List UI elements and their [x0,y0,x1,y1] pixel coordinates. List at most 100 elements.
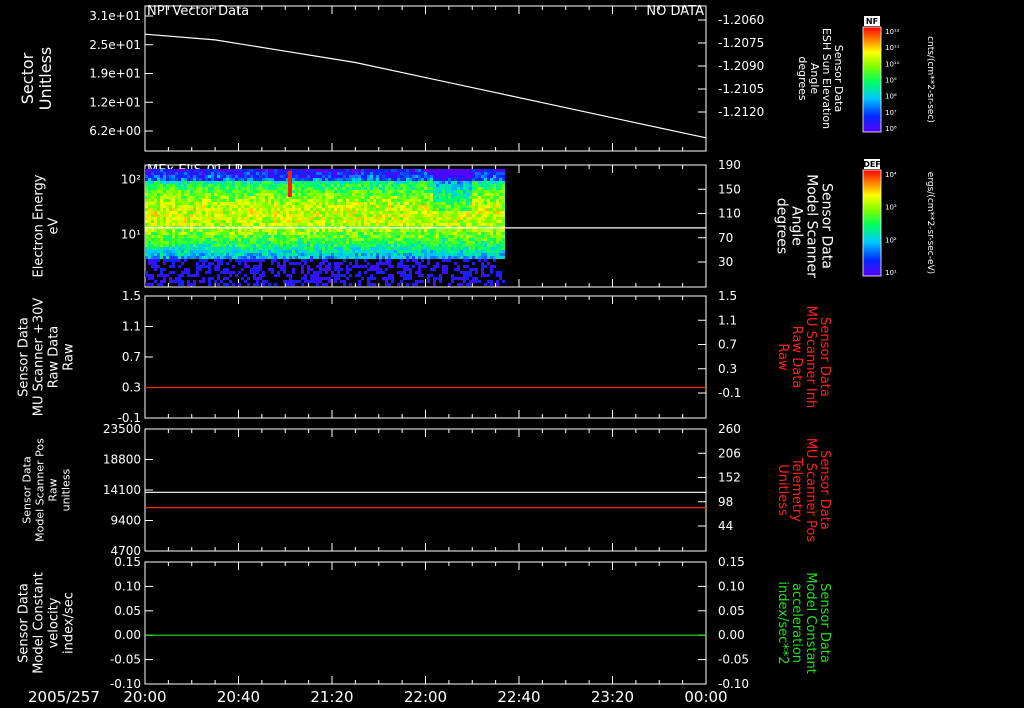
spectrogram-cell [184,247,187,250]
spectrogram-cell [301,232,304,235]
spectrogram-cell [493,169,496,172]
spectrogram-cell [160,214,163,217]
spectrogram-cell [256,211,259,214]
spectrogram-cell [496,211,499,214]
spectrogram-cell [160,220,163,223]
spectrogram-cell [184,184,187,187]
spectrogram-cell [244,256,247,259]
spectrogram-cell [298,175,301,178]
colorbar-badge: DEF [863,160,881,169]
ytick-left-label: 0.10 [114,579,141,593]
spectrogram-cell [226,229,229,232]
spectrogram-cell [313,196,316,199]
spectrogram-cell [286,232,289,235]
spectrogram-cell [388,241,391,244]
spectrogram-cell [340,274,343,277]
spectrogram-cell [235,181,238,184]
spectrogram-cell [280,169,283,172]
spectrogram-cell [208,262,211,265]
spectrogram-cell [292,250,295,253]
spectrogram-cell [451,205,454,208]
spectrogram-cell [445,259,448,262]
spectrogram-cell [292,253,295,256]
spectrogram-cell [166,208,169,211]
spectrogram-cell [214,220,217,223]
spectrogram-cell [325,253,328,256]
spectrogram-cell [184,214,187,217]
spectrogram-cell [295,193,298,196]
spectrogram-cell [382,244,385,247]
spectrogram-cell [418,250,421,253]
spectrogram-cell [355,238,358,241]
spectrogram-cell [364,208,367,211]
spectrogram-cell [265,223,268,226]
spectrogram-cell [238,178,241,181]
spectrogram-cell [397,196,400,199]
spectrogram-cell [253,211,256,214]
spectrogram-cell [154,268,157,271]
spectrogram-cell [427,232,430,235]
spectrogram-cell [337,214,340,217]
spectrogram-cell [457,184,460,187]
spectrogram-cell [370,184,373,187]
spectrogram-cell [352,205,355,208]
spectrogram-cell [247,205,250,208]
spectrogram-cell [193,175,196,178]
spectrogram-cell [220,238,223,241]
spectrogram-cell [463,256,466,259]
spectrogram-cell [337,190,340,193]
spectrogram-cell [154,253,157,256]
spectrogram-cell [478,211,481,214]
spectrogram-cell [271,211,274,214]
spectrogram-cell [439,277,442,280]
colorbar-tick-label: 10⁸ [885,93,897,101]
spectrogram-cell [316,241,319,244]
spectrogram-cell [493,208,496,211]
spectrogram-cell [199,208,202,211]
spectrogram-cell [298,220,301,223]
spectrogram-cell [175,238,178,241]
spectrogram-cell [238,214,241,217]
spectrogram-cell [412,250,415,253]
spectrogram-cell [157,175,160,178]
spectrogram-cell [430,175,433,178]
spectrogram-cell [334,277,337,280]
spectrogram-cell [445,238,448,241]
spectrogram-cell [439,184,442,187]
spectrogram-cell [148,238,151,241]
spectrogram-cell [277,238,280,241]
spectrogram-cell [340,184,343,187]
spectrogram-cell [385,205,388,208]
ytick-right-label: 0.10 [718,579,745,593]
spectrogram-cell [382,253,385,256]
spectrogram-cell [178,223,181,226]
spectrogram-cell [439,181,442,184]
spectrogram-cell [463,175,466,178]
spectrogram-cell [346,190,349,193]
spectrogram-cell [316,223,319,226]
spectrogram-cell [364,220,367,223]
spectrogram-cell [301,259,304,262]
spectrogram-cell [190,238,193,241]
spectrogram-cell [451,208,454,211]
spectrogram-cell [178,178,181,181]
spectrogram-cell [451,190,454,193]
spectrogram-cell [322,217,325,220]
spectrogram-cell [337,271,340,274]
spectrogram-cell [463,247,466,250]
spectrogram-cell [346,169,349,172]
spectrogram-cell [217,190,220,193]
spectrogram-cell [358,223,361,226]
spectrogram-cell [475,280,478,283]
spectrogram-cell [157,211,160,214]
spectrogram-cell [316,178,319,181]
spectrogram-cell [166,232,169,235]
spectrogram-cell [166,202,169,205]
spectrogram-cell [352,241,355,244]
spectrogram-cell [442,193,445,196]
spectrogram-cell [187,283,190,286]
spectrogram-cell [355,244,358,247]
spectrogram-cell [358,256,361,259]
spectrogram-cell [355,196,358,199]
spectrogram-cell [181,214,184,217]
